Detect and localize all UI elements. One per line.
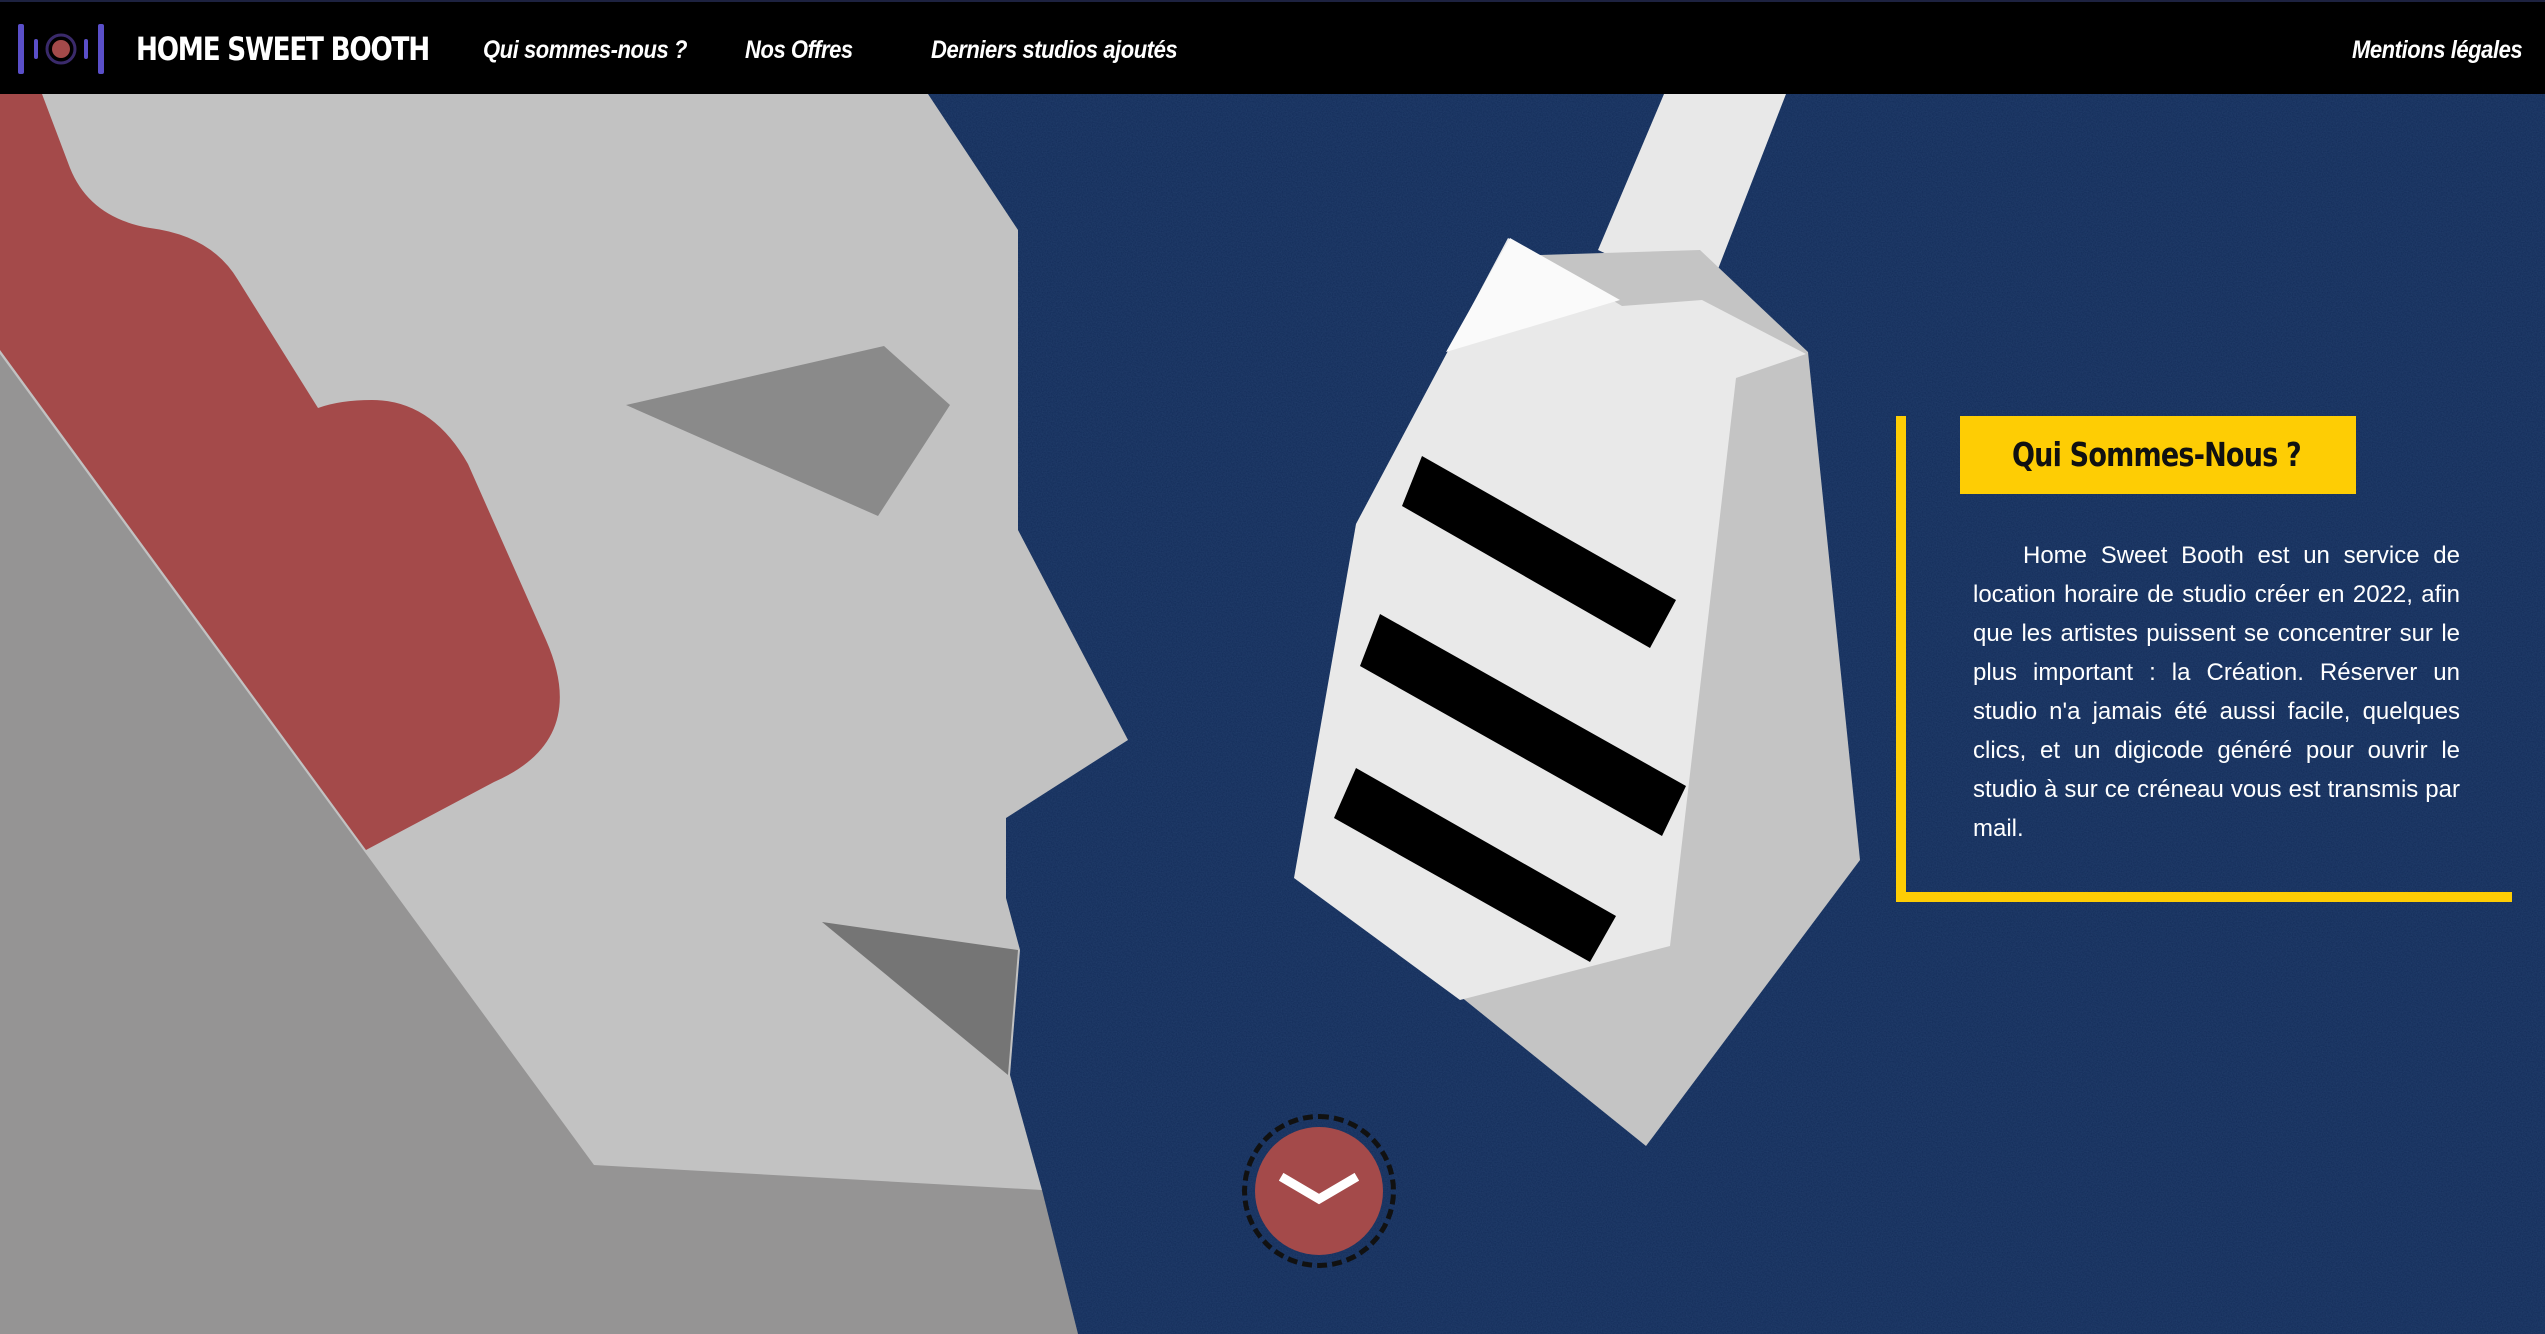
about-title: Qui Sommes-Nous ? (2012, 435, 2302, 474)
brand-name[interactable]: HOME SWEET BOOTH (136, 26, 430, 72)
nav-link-offers[interactable]: Nos Offres (745, 32, 853, 68)
nav-link-legal[interactable]: Mentions légales (2352, 32, 2523, 68)
page: HOME SWEET BOOTH Qui sommes-nous ? Nos O… (0, 0, 2545, 1334)
sound-record-icon[interactable] (18, 22, 104, 76)
about-panel: Qui Sommes-Nous ? Home Sweet Booth est u… (1896, 416, 2512, 902)
about-text: Home Sweet Booth est un service de locat… (1973, 542, 2460, 842)
nav-link-about[interactable]: Qui sommes-nous ? (483, 32, 687, 68)
face-figure (0, 94, 1128, 1334)
scroll-down-button-fill (1255, 1127, 1383, 1255)
about-title-box: Qui Sommes-Nous ? (1960, 416, 2356, 494)
top-navbar: HOME SWEET BOOTH Qui sommes-nous ? Nos O… (0, 0, 2545, 94)
chevron-down-icon (1279, 1172, 1359, 1205)
scroll-down-button[interactable] (1242, 1114, 1396, 1268)
nav-link-latest-studios[interactable]: Derniers studios ajoutés (931, 32, 1178, 68)
